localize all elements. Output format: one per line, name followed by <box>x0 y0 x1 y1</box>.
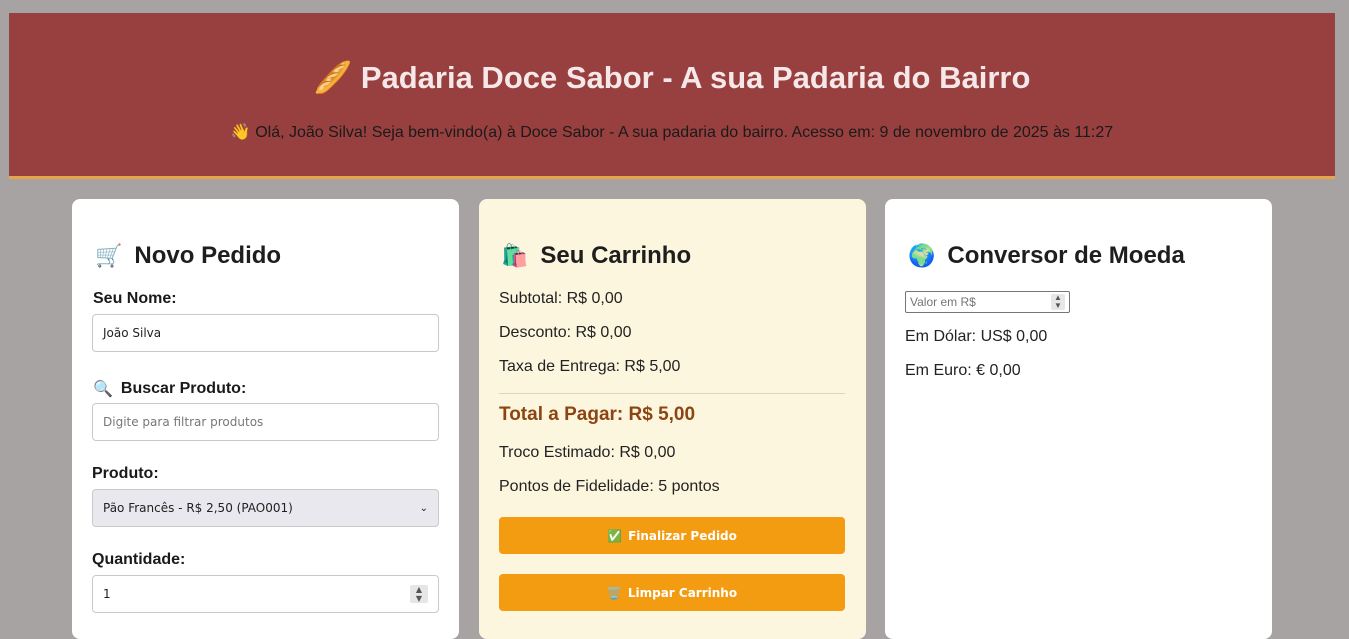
brl-amount-placeholder: Valor em R$ <box>910 295 976 309</box>
name-field[interactable]: João Silva <box>92 314 439 352</box>
wave-icon: 👋 <box>230 124 251 141</box>
chevron-down-icon: ⌄ <box>419 502 428 514</box>
currency-converter-card: 🌍 Conversor de Moeda Valor em R$ ▲ ▼ Em D… <box>885 199 1272 639</box>
search-placeholder: Digite para filtrar produtos <box>103 415 264 429</box>
product-selected-value: Pão Francês - R$ 2,50 (PAO001) <box>103 501 293 515</box>
loyalty-points-text: Pontos de Fidelidade: 5 pontos <box>499 478 720 495</box>
globe-icon: 🌍 <box>908 243 936 268</box>
subtotal-text: Subtotal: R$ 0,00 <box>499 290 623 307</box>
product-select[interactable]: Pão Francês - R$ 2,50 (PAO001) ⌄ <box>92 489 439 527</box>
clear-cart-label: Limpar Carrinho <box>627 585 738 600</box>
new-order-title-text: Novo Pedido <box>134 242 282 269</box>
total-text: Total a Pagar: R$ 5,00 <box>499 404 696 425</box>
cart-card: 🛍️ Seu Carrinho Subtotal: R$ 0,00 Descon… <box>479 199 866 639</box>
quantity-value: 1 <box>103 587 111 601</box>
page-title: 🥖 Padaria Doce Sabor - A sua Padaria do … <box>9 59 1335 96</box>
name-label: Seu Nome: <box>93 290 177 307</box>
page-header: 🥖 Padaria Doce Sabor - A sua Padaria do … <box>9 13 1335 179</box>
quantity-label: Quantidade: <box>92 551 186 568</box>
finish-order-button[interactable]: ✅ Finalizar Pedido <box>499 517 845 554</box>
shopping-bags-icon: 🛍️ <box>501 243 529 268</box>
converter-title-text: Conversor de Moeda <box>947 242 1185 269</box>
stepper-arrows-icon[interactable]: ▲ ▼ <box>410 585 428 603</box>
search-label-text: Buscar Produto: <box>120 380 247 397</box>
new-order-title: 🛒 Novo Pedido <box>95 242 281 270</box>
product-label: Produto: <box>92 465 159 482</box>
quantity-stepper[interactable]: 1 ▲ ▼ <box>92 575 439 613</box>
bread-icon: 🥖 <box>313 60 353 95</box>
stepper-arrows-icon[interactable]: ▲ ▼ <box>1051 294 1065 310</box>
new-order-card: 🛒 Novo Pedido Seu Nome: João Silva 🔍 Bus… <box>72 199 459 639</box>
brl-amount-input[interactable]: Valor em R$ ▲ ▼ <box>905 291 1070 313</box>
delivery-fee-text: Taxa de Entrega: R$ 5,00 <box>499 358 681 375</box>
usd-value-text: Em Dólar: US$ 0,00 <box>905 328 1048 345</box>
search-input[interactable]: Digite para filtrar produtos <box>92 403 439 441</box>
change-text: Troco Estimado: R$ 0,00 <box>499 444 676 461</box>
page-title-text: Padaria Doce Sabor - A sua Padaria do Ba… <box>360 60 1031 95</box>
welcome-text: Olá, João Silva! Seja bem-vindo(a) à Doc… <box>255 124 1114 141</box>
cart-icon: 🛒 <box>95 243 123 268</box>
search-label: 🔍 Buscar Produto: <box>93 379 246 399</box>
converter-title: 🌍 Conversor de Moeda <box>908 242 1185 270</box>
finish-order-label: Finalizar Pedido <box>628 528 737 543</box>
discount-text: Desconto: R$ 0,00 <box>499 324 632 341</box>
trash-icon: 🗑️ <box>606 585 622 600</box>
check-icon: ✅ <box>607 528 623 543</box>
cart-divider <box>499 393 845 394</box>
welcome-message: 👋 Olá, João Silva! Seja bem-vindo(a) à D… <box>9 122 1335 142</box>
search-icon: 🔍 <box>93 381 113 398</box>
clear-cart-button[interactable]: 🗑️ Limpar Carrinho <box>499 574 845 611</box>
name-value: João Silva <box>103 326 162 340</box>
eur-value-text: Em Euro: € 0,00 <box>905 362 1021 379</box>
cart-title: 🛍️ Seu Carrinho <box>501 242 691 270</box>
cart-title-text: Seu Carrinho <box>540 242 692 269</box>
